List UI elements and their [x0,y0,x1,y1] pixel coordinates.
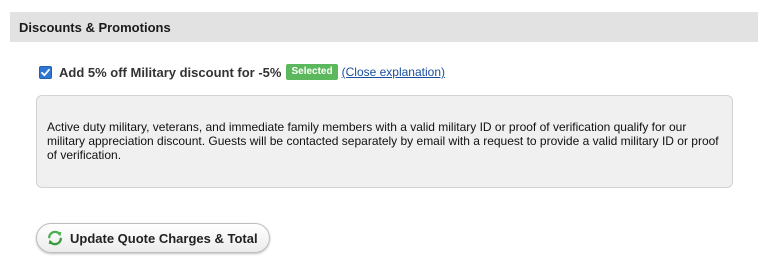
military-discount-checkbox[interactable] [39,65,52,79]
section-header: Discounts & Promotions [10,12,758,42]
military-discount-row: Add 5% off Military discount for -5% Sel… [39,63,445,81]
discount-explanation-box: Active duty military, veterans, and imme… [36,95,733,188]
selected-badge: Selected [286,64,338,80]
military-discount-label[interactable]: Add 5% off Military discount for -5% [59,65,281,80]
update-quote-label: Update Quote Charges & Total [70,230,258,246]
refresh-icon [46,229,64,247]
update-quote-button[interactable]: Update Quote Charges & Total [36,223,270,253]
checkmark-icon [41,68,50,76]
section-title: Discounts & Promotions [19,19,171,35]
close-explanation-link[interactable]: (Close explanation) [342,65,445,79]
discount-explanation-text: Active duty military, veterans, and imme… [47,120,719,162]
